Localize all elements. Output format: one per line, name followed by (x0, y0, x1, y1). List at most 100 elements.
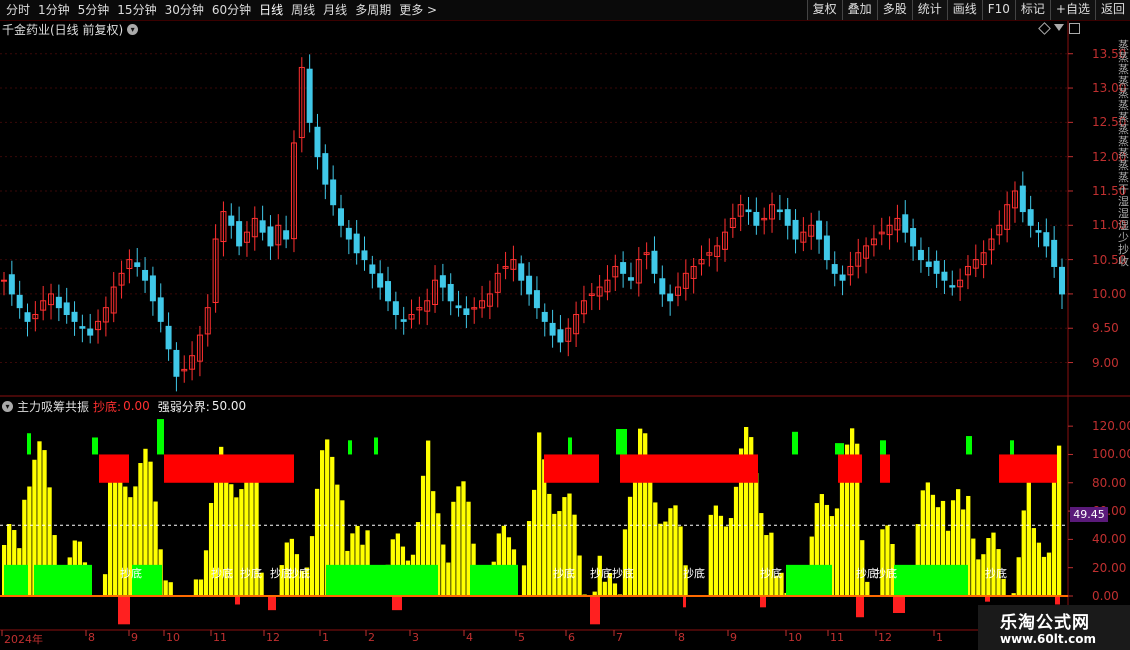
candle-body (71, 311, 78, 322)
candlestick-series (1, 54, 1065, 392)
candle-body (345, 227, 352, 240)
indicator-yellow-bar (834, 508, 840, 596)
indicator-red-bar (268, 596, 276, 611)
candle-body (149, 275, 156, 302)
date-tick-label: 1 (322, 631, 329, 644)
indicator-yellow-bar (612, 583, 618, 596)
candle-body (1043, 232, 1050, 247)
side-text-column: 蒸蒸蒸蒸蒸蒸蒸蒸蒸蒸蒸蒸干湿湿湿少抄收 (1118, 39, 1129, 268)
candle-body (447, 283, 454, 302)
chevron-down-icon[interactable]: ▾ (2, 400, 13, 412)
date-tick-label: 11 (213, 631, 227, 644)
candle-body (667, 293, 674, 302)
date-tick-label: 12 (266, 631, 280, 644)
candle-body (361, 250, 368, 261)
candle-body (16, 294, 23, 309)
candle-body (400, 319, 407, 322)
indicator-green-block (34, 564, 92, 596)
indicator-yellow-bar (668, 508, 673, 596)
indicator-yellow-bar (441, 544, 446, 596)
candle-body (353, 233, 360, 254)
candle-body (330, 179, 337, 206)
date-tick-label: 6 (568, 631, 575, 644)
indicator-yellow-bar (456, 486, 461, 596)
indicator-green-block (894, 564, 968, 596)
signal-label: 抄底 (240, 566, 262, 580)
candle-body (24, 312, 31, 322)
indicator-yellow-bar (198, 579, 204, 596)
indicator-yellow-bar (446, 562, 451, 596)
indicator-red-block (164, 454, 294, 483)
indicator-yellow-bar (728, 518, 734, 596)
indicator-yellow-bar (1026, 477, 1031, 596)
indicator-green-top (374, 437, 378, 455)
candle-body (322, 153, 329, 185)
date-tick-label: 2024年 (4, 633, 43, 646)
date-tick-label: 7 (616, 631, 623, 644)
candle-body (823, 235, 830, 261)
price-tick-label: 10.00 (1092, 286, 1127, 301)
indicator-yellow-bar (764, 535, 769, 596)
indicator-red-block (544, 454, 599, 483)
candle-body (259, 220, 266, 233)
indicator-tick-label: 40.00 (1092, 532, 1127, 547)
indicator-red-bar (590, 596, 600, 625)
indicator-red-bar (392, 596, 402, 611)
candle-body (541, 311, 548, 322)
indicator-green-top (27, 433, 31, 455)
candle-body (79, 326, 86, 329)
candle-body (776, 209, 783, 213)
indicator-yellow-bar (976, 559, 981, 596)
indicator-yellow-bar (769, 532, 774, 596)
signal-label: 抄底 (683, 566, 705, 580)
watermark-title: 乐淘公式网 (1000, 613, 1090, 633)
signal-label: 抄底 (553, 566, 575, 580)
indicator-yellow-bar (1021, 510, 1026, 596)
indicator-green-top (616, 428, 627, 455)
indicator-yellow-bar (678, 526, 683, 596)
candle-body (659, 278, 666, 295)
indicator-green-top (568, 437, 572, 455)
param2-label: 强弱分界: (157, 399, 210, 414)
indicator-yellow-bar (718, 515, 724, 596)
indicator-green-top (157, 419, 164, 455)
candle-body (839, 274, 846, 281)
candle-body (910, 228, 917, 247)
indicator-yellow-bar (203, 550, 209, 596)
current-indicator-value: 49.45 (1070, 507, 1108, 522)
indicator-yellow-bar (850, 428, 855, 596)
indicator-tick-label: 0.00 (1092, 589, 1119, 603)
indicator-yellow-bar (526, 521, 532, 596)
indicator-yellow-bar (557, 511, 562, 596)
price-tick-label: 9.50 (1092, 321, 1119, 336)
indicator-yellow-bar (602, 581, 607, 596)
candle-body (902, 214, 909, 233)
indicator-red-bar (856, 596, 864, 618)
date-tick-label: 9 (131, 631, 138, 644)
indicator-yellow-bar (562, 497, 567, 596)
indicator-yellow-bar (208, 502, 214, 596)
indicator-red-bar (1055, 596, 1060, 605)
indicator-yellow-bar (102, 574, 108, 596)
indicator-yellow-bar (532, 489, 537, 596)
indicator-red-bar (893, 596, 905, 613)
indicator-yellow-bar (880, 529, 885, 596)
indicator-yellow-bar (638, 428, 643, 596)
date-tick-label: 2 (368, 631, 375, 644)
indicator-yellow-bar (552, 513, 557, 596)
indicator-green-top (92, 437, 98, 455)
candle-body (917, 249, 924, 261)
candle-body (8, 274, 15, 295)
date-tick-label: 9 (730, 631, 737, 644)
candle-body (925, 261, 932, 267)
indicator-green-top (348, 440, 352, 455)
indicator-yellow-bar (309, 536, 315, 596)
indicator-yellow-bar (1036, 542, 1042, 596)
indicator-red-block (999, 454, 1057, 483)
candle-body (306, 68, 313, 123)
indicator-yellow-bar (648, 464, 653, 596)
indicator-green-top (835, 443, 844, 455)
chart-canvas[interactable]: 抄底 抄底 抄底 抄底抄底 抄底 抄底 抄底 抄底 抄底 抄底抄底 抄底 (0, 0, 1130, 650)
candle-body (533, 290, 540, 309)
indicator-yellow-bar (193, 579, 199, 596)
